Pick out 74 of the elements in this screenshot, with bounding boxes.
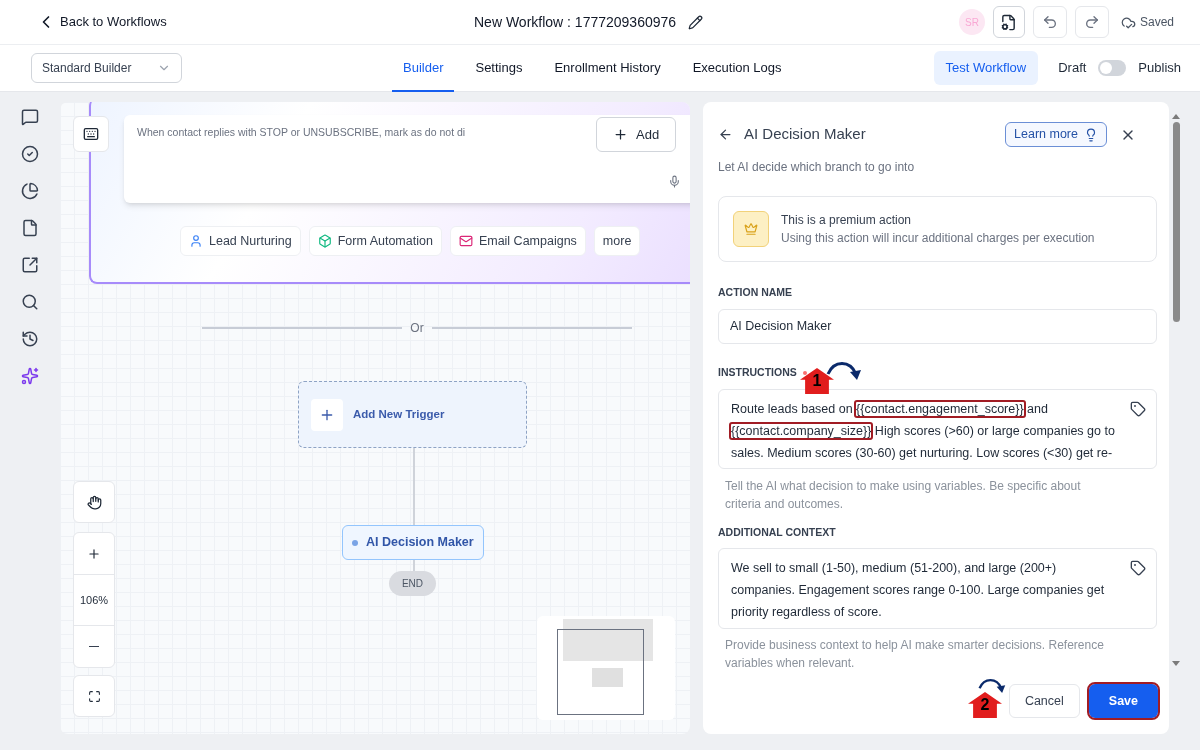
edit-icon[interactable] [688,15,704,30]
tab[interactable]: Enrollment History [543,45,672,92]
redo-icon [1083,14,1100,30]
ai-decision-node[interactable]: AI Decision Maker [342,525,484,560]
premium-title: This is a premium action [781,212,913,229]
panel-title: AI Decision Maker [744,124,866,145]
suggestion-chip[interactable]: more [593,226,641,256]
instructions-label: INSTRUCTIONS [718,364,797,380]
action-name-label: ACTION NAME [718,285,794,300]
microphone-icon[interactable] [668,175,681,188]
context-help: Provide business context to help AI make smarter decisions. Reference variables when relevant. [724,637,1105,673]
keyboard-button[interactable] [73,116,109,152]
undo-icon [1041,14,1058,30]
end-node: END [389,571,436,596]
chat-icon[interactable] [21,108,39,126]
learn-more-button[interactable]: Learn more [1005,122,1107,147]
instructions-field[interactable]: Route leads based on {{contact.engagement_score}} and {{contact.company_size}} High scores (>60) or large companies go to sales. Medium scores (30-60) get nurturing. Low scores (<30) get re- [718,388,1157,469]
back-link[interactable]: Back to Workflows [36,12,167,32]
redo-button[interactable] [1074,6,1109,38]
pie-chart-icon[interactable] [21,182,39,200]
minus-icon [89,645,99,648]
tab[interactable]: Settings [464,45,534,92]
fit-view-icon [87,689,101,703]
mail-icon [458,234,473,248]
context-field[interactable]: We sell to small (1-50), medium (51-200), and large (200+) companies. Engagement scores range 0-100. Large companies get priority regardless of score. [718,548,1157,630]
suggestion-chip[interactable]: Email Campaigns [449,226,586,256]
tag-icon[interactable] [1130,560,1146,577]
plus-icon [613,127,628,142]
add-trigger-node[interactable]: Add New Trigger [298,381,527,448]
or-divider-label: Or [410,320,424,337]
add-button[interactable]: Add [596,117,677,152]
zoom-level: 106% [78,592,110,608]
context-text: We sell to small (1-50), medium (51-200), and large (200+) companies. Engagement scores range 0-100. Large companies get priority regardless of score. [731,561,1105,620]
cloud-check-icon [1120,14,1136,30]
undo-button[interactable] [1032,6,1067,38]
saved-status: Saved [1139,14,1174,31]
instructions-text: Route leads based on {{contact.engagement_score}} and {{contact.company_size}} High scores (>60) or large companies go to sales. Medium scores (30-60) get nurturing. Low scores (<30) get re- [731,400,1116,462]
document-settings-button[interactable] [992,6,1025,38]
keyboard-icon [83,126,99,142]
pan-button[interactable] [73,481,115,523]
save-button[interactable]: Save [1088,684,1158,718]
cube-icon [317,234,332,248]
premium-text: Using this action will incur additional charges per execution [781,230,1095,247]
plus-icon [311,398,343,431]
panel-subtitle: Let AI decide which branch to go into [718,159,916,176]
instructions-help: Tell the AI what decision to make using variables. Be specific about criteria and outcomes. [724,477,1082,513]
publish-toggle[interactable] [1098,60,1127,76]
document-settings-icon [1000,13,1018,31]
search-icon[interactable] [21,293,39,311]
test-workflow-button[interactable]: Test Workflow [933,51,1039,85]
file-icon[interactable] [21,219,39,237]
tab[interactable]: Builder [392,45,455,92]
hand-icon [86,494,102,510]
workflow-title: New Workflow : 1777209360976 [474,13,677,32]
suggestion-chip[interactable]: Form Automation [308,226,442,256]
action-name-field[interactable]: AI Decision Maker [718,308,1157,344]
plus-icon [87,546,101,561]
tab[interactable]: Execution Logs [681,45,793,92]
draft-label: Draft [1058,59,1087,78]
sparkles-icon[interactable] [21,367,39,385]
external-link-icon[interactable] [21,256,39,274]
cancel-button[interactable]: Cancel [1008,684,1080,718]
history-icon[interactable] [21,330,39,348]
tag-icon[interactable] [1130,400,1146,417]
builder-select[interactable]: Standard Builder [31,53,182,83]
crown-icon [733,211,769,247]
curved-arrow [978,677,1006,695]
person-icon [189,234,203,248]
suggestion-chip[interactable]: Lead Nurturing [180,226,301,256]
publish-label: Publish [1138,59,1181,78]
lightbulb-icon [1084,127,1098,142]
check-circle-icon[interactable] [21,145,39,163]
curved-arrow [826,360,862,382]
context-label: ADDITIONAL CONTEXT [718,524,837,540]
